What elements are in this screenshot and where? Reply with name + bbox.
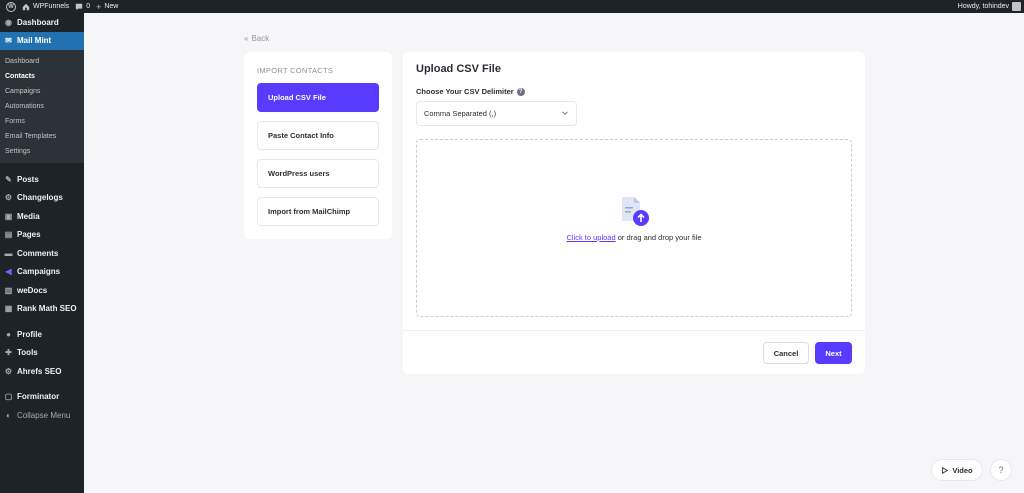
drop-text: or drag and drop your file	[615, 233, 702, 242]
submenu-item-automations[interactable]: Automations	[0, 99, 84, 114]
ahrefs-icon: ⚙	[4, 366, 13, 376]
click-to-upload-link[interactable]: Click to upload	[566, 233, 615, 242]
option-paste-contact-info[interactable]: Paste Contact Info	[257, 121, 379, 150]
menu-item-rank-math[interactable]: ▦ Rank Math SEO	[0, 300, 84, 319]
wrench-icon: ✚	[5, 348, 12, 358]
double-chevron-left-icon: «	[244, 34, 249, 43]
menu-item-label: Collapse Menu	[17, 410, 71, 420]
back-label: Back	[251, 34, 270, 43]
menu-item-label: Posts	[17, 174, 39, 184]
menu-item-label: Mail Mint	[17, 36, 52, 46]
pin-icon: ✎	[5, 174, 12, 184]
menu-item-label: Comments	[17, 248, 59, 258]
megaphone-icon: ◀	[5, 267, 12, 277]
menu-item-label: Ahrefs SEO	[17, 366, 62, 376]
changelog-icon: ⚙	[4, 193, 13, 203]
new-content-link[interactable]: + New	[96, 0, 118, 13]
submenu-item-campaigns[interactable]: Campaigns	[0, 84, 84, 99]
submenu-item-contacts[interactable]: Contacts	[0, 69, 84, 84]
menu-item-label: Profile	[17, 329, 42, 339]
page-icon: ▤	[4, 230, 13, 240]
site-name: WPFunnels	[33, 3, 70, 10]
comment-icon: ▬	[4, 248, 13, 258]
menu-item-wedocs[interactable]: ▥ weDocs	[0, 281, 84, 300]
menu-item-label: Changelogs	[17, 193, 63, 203]
menu-item-label: Rank Math SEO	[17, 304, 77, 314]
menu-item-posts[interactable]: ✎ Posts	[0, 170, 84, 189]
delimiter-select[interactable]: Comma Separated (,)	[416, 101, 577, 126]
help-icon[interactable]: ?	[516, 87, 525, 96]
menu-item-label: Pages	[17, 230, 41, 240]
play-icon	[942, 466, 949, 474]
comment-icon	[75, 3, 83, 10]
avatar	[1012, 2, 1021, 11]
plus-icon: +	[96, 1, 102, 12]
collapse-icon: ◐	[6, 410, 11, 420]
menu-item-ahrefs[interactable]: ⚙ Ahrefs SEO	[0, 362, 84, 381]
delimiter-label-text: Choose Your CSV Delimiter	[416, 87, 514, 96]
dashboard-icon: ◉	[5, 17, 12, 27]
menu-item-label: Dashboard	[17, 17, 59, 27]
page-title: Upload CSV File	[416, 63, 501, 75]
submenu-item-forms[interactable]: Forms	[0, 114, 84, 129]
cancel-button[interactable]: Cancel	[763, 342, 809, 364]
menu-item-label: Forminator	[17, 392, 60, 402]
menu-item-label: Media	[17, 211, 40, 221]
menu-item-label: weDocs	[17, 285, 48, 295]
back-link[interactable]: « Back	[244, 34, 269, 43]
menu-item-campaigns[interactable]: ◀ Campaigns	[0, 263, 84, 282]
menu-item-changelogs[interactable]: ⚙ Changelogs	[0, 189, 84, 208]
chevron-down-icon	[562, 111, 568, 115]
submenu-item-settings[interactable]: Settings	[0, 144, 84, 159]
delimiter-selected-value: Comma Separated (,)	[424, 109, 497, 118]
menu-item-label: Tools	[17, 348, 38, 358]
menu-item-label: Campaigns	[17, 267, 61, 277]
menu-item-profile[interactable]: ● Profile	[0, 325, 84, 344]
menu-item-media[interactable]: ▣ Media	[0, 207, 84, 226]
comments-link[interactable]: 0	[75, 0, 90, 13]
collapse-menu-button[interactable]: ◐ Collapse Menu	[0, 406, 84, 425]
media-icon: ▣	[4, 211, 13, 221]
howdy-text: Howdy, tohindev	[957, 3, 1009, 10]
docs-icon: ▥	[4, 285, 13, 295]
submenu-item-email-templates[interactable]: Email Templates	[0, 129, 84, 144]
new-label: New	[104, 3, 119, 10]
file-dropzone[interactable]: Click to upload or drag and drop your fi…	[416, 139, 852, 317]
menu-item-forminator[interactable]: ▢ Forminator	[0, 388, 84, 407]
admin-bar: W WPFunnels 0 + New Howdy, tohindev	[0, 0, 1024, 13]
menu-item-pages[interactable]: ▤ Pages	[0, 226, 84, 245]
next-button[interactable]: Next	[815, 342, 852, 364]
menu-item-mail-mint[interactable]: ✉ Mail Mint	[0, 31, 84, 50]
option-wordpress-users[interactable]: WordPress users	[257, 159, 379, 188]
menu-item-comments[interactable]: ▬ Comments	[0, 244, 84, 263]
upload-csv-panel: Upload CSV File Choose Your CSV Delimite…	[403, 52, 865, 374]
file-upload-icon	[622, 197, 649, 226]
divider	[403, 330, 865, 331]
admin-sidebar: ◉ Dashboard ✉ Mail Mint Dashboard Contac…	[0, 13, 84, 493]
site-name-link[interactable]: WPFunnels	[22, 0, 69, 13]
delimiter-label: Choose Your CSV Delimiter ?	[416, 87, 525, 96]
home-icon	[22, 3, 30, 10]
mail-mint-submenu: Dashboard Contacts Campaigns Automations…	[0, 50, 84, 163]
import-contacts-title: IMPORT CONTACTS	[257, 66, 334, 75]
comments-count: 0	[86, 3, 91, 10]
chart-icon: ▦	[4, 304, 13, 314]
menu-item-tools[interactable]: ✚ Tools	[0, 344, 84, 363]
my-account-link[interactable]: Howdy, tohindev	[958, 0, 1021, 13]
dropzone-text: Click to upload or drag and drop your fi…	[417, 233, 851, 242]
submenu-item-dashboard[interactable]: Dashboard	[0, 54, 84, 69]
video-label: Video	[952, 465, 973, 475]
import-options-panel: IMPORT CONTACTS Upload CSV File Paste Co…	[244, 52, 392, 239]
wordpress-logo-icon[interactable]: W	[6, 0, 16, 13]
forminator-icon: ▢	[4, 392, 13, 402]
option-upload-csv[interactable]: Upload CSV File	[257, 83, 379, 112]
help-button[interactable]: ?	[990, 459, 1012, 481]
menu-item-dashboard[interactable]: ◉ Dashboard	[0, 13, 84, 32]
user-icon: ●	[6, 329, 11, 339]
video-button[interactable]: Video	[931, 459, 983, 481]
mail-icon: ✉	[5, 36, 12, 46]
option-import-mailchimp[interactable]: Import from MailChimp	[257, 197, 379, 226]
